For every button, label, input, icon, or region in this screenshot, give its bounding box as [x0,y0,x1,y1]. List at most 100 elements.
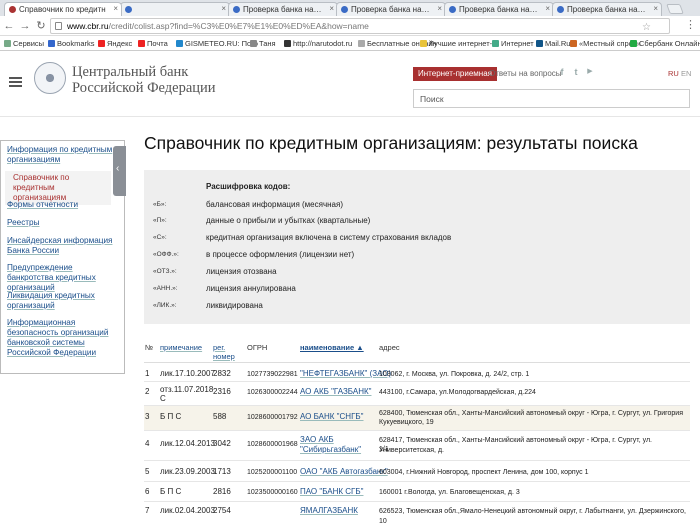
cell-org-name-link[interactable]: АО БАНК "СНГБ" [300,412,364,422]
page-icon [570,40,577,47]
bookmark-star-icon[interactable]: ☆ [642,22,651,33]
bookmark-mail[interactable]: Почта [138,39,168,48]
cell-address: 103062, г. Москва, ул. Покровка, д. 24/2… [379,371,530,378]
cell-note: лик.02.04.2003 [160,506,215,515]
bookmark-gismeteo[interactable]: GISMETEO.RU: Пого [176,39,258,48]
back-arrow-icon[interactable]: ← [2,19,16,33]
bookmark-label: Таня [259,39,276,48]
cell-ogrn: 1023500000160 [247,489,298,496]
cell-reg: 3042 [213,439,231,448]
forward-arrow-icon[interactable]: → [18,19,32,33]
cell-org-name-link[interactable]: ЯМАЛГАЗБАНК [300,506,358,516]
close-tab-icon[interactable]: × [437,4,442,13]
close-tab-icon[interactable]: × [221,4,226,13]
address-toolbar: ← → ↻ www.cbr.ru/credit/colist.asp?find=… [0,16,700,36]
legend-code: «П»: [153,217,167,224]
legend-code: «ОФФ.»: [153,251,179,258]
browser-tab[interactable]: × [120,2,230,16]
cell-address: 628417, Тюменская обл., Ханты-Мансийский… [379,437,652,454]
bookmark-label: http://narutodot.ru [293,39,353,48]
lang-en-link[interactable]: EN [681,69,691,78]
cell-num: 4 [145,439,150,448]
weather-icon [176,40,183,47]
close-tab-icon[interactable]: × [113,4,118,13]
facebook-icon[interactable]: f [557,67,567,77]
bank-name-line1[interactable]: Центральный банк [72,64,188,81]
cell-address: 443100, г.Самара, ул.Молодогвардейская, … [379,389,536,396]
cell-num: 6 [145,487,150,496]
url-input[interactable]: www.cbr.ru/credit/colist.asp?find=%C3%E0… [50,18,670,34]
bank-name-line2[interactable]: Российской Федерации [72,80,216,97]
bookmark-narutodot[interactable]: http://narutodot.ru [284,39,352,48]
page-info-icon[interactable] [55,22,62,30]
cell-address-line2: Кукуевицкого, 19 [379,419,434,426]
browser-tab[interactable]: Проверка банка на отз × [336,2,446,16]
bookmark-bookmarks[interactable]: Bookmarks [48,39,95,48]
faq-link[interactable]: Ответы на вопросы [489,69,562,78]
legend-code: «ОТЗ.»: [153,268,177,275]
bookmark-label: Интернет [501,39,534,48]
close-tab-icon[interactable]: × [329,4,334,13]
col-header-reg[interactable]: рег. [213,343,225,352]
table-row: 5 лик.23.09.2003 1713 1025200001100 ОАО … [144,461,690,482]
bookmark-tanya[interactable]: Таня [250,39,276,48]
bookmark-internet[interactable]: Интернет [492,39,534,48]
bookmark-sberbank[interactable]: Сбербанк Онлайн [630,39,700,48]
browser-tab-strip: Справочник по кредитн × × Проверка банка… [0,0,700,16]
cbr-logo-emblem[interactable] [34,62,66,94]
yandex-icon [98,40,105,47]
sidebar-item-credit-info[interactable]: Информация по кредитным организациям [7,145,115,165]
table-row: 2 отз.11.07.2018 С 2316 1026300002244 АО… [144,382,690,406]
browser-tab[interactable]: Проверка банка на отз × [228,2,338,16]
cbr-favicon-icon [9,6,16,13]
sidebar-item-info-security[interactable]: Информационная безопасность организаций … [7,318,115,358]
col-header-note[interactable]: примечание [160,343,202,352]
close-tab-icon[interactable]: × [545,4,550,13]
cell-ogrn: 1028600001792 [247,414,298,421]
legend-code: «АНН.»: [153,285,178,292]
table-row: 4 лик.12.04.2013 3042 1028600001968 ЗАО … [144,431,690,461]
col-header-reg-number[interactable]: номер [213,352,235,361]
folder-icon [420,40,427,47]
sidebar-item-reporting-forms[interactable]: Формы отчетности [7,200,115,210]
cell-num: 1 [145,369,150,378]
browser-tab-active[interactable]: Справочник по кредитн × [4,2,122,16]
cell-address: 603004, г.Нижний Новгород, проспект Лени… [379,469,589,476]
sidebar-item-insider-info[interactable]: Инсайдерская информация Банка России [7,236,115,256]
table-row: 7 лик.02.04.2003 2754 ЯМАЛГАЗБАНК 626523… [144,502,690,525]
twitter-icon[interactable]: t [571,67,581,77]
cell-ogrn: 1026300002244 [247,389,298,396]
bookmark-mailru[interactable]: Mail.Ru [536,39,570,48]
sidebar-item-bankruptcy-prevention[interactable]: Предупреждение банкротства кредитных орг… [7,263,115,293]
reload-icon[interactable]: ↻ [34,19,48,33]
cell-ogrn: 1027739022981 [247,371,298,378]
lang-ru-link[interactable]: RU [668,69,679,78]
hamburger-menu-icon[interactable] [9,77,22,87]
cell-org-name-link[interactable]: ОАО "АКБ Автогазбанк" [300,467,388,477]
bookmark-yandex[interactable]: Яндекс [98,39,132,48]
bookmark-best-internet[interactable]: Лучшие интернет-м [420,39,497,48]
legend-title: Расшифровка кодов: [206,182,291,191]
cell-org-name-link[interactable]: ПАО "БАНК СГБ" [300,487,363,497]
cell-note: отз.11.07.2018 [160,385,214,394]
cell-org-name-link[interactable]: "НЕФТЕГАЗБАНК" (ЗАО) [300,369,391,379]
bookmark-apps[interactable]: Сервисы [4,39,44,48]
close-tab-icon[interactable]: × [653,4,658,13]
col-header-ogrn: ОГРН [247,343,268,352]
col-header-name-sorted[interactable]: наименование ▲ [300,343,364,352]
cell-note: лик.23.09.2003 [160,467,215,476]
sidebar-item-registers[interactable]: Реестры [7,218,115,228]
cell-org-name-link-line2[interactable]: "Сибирьгазбанк" [300,445,361,455]
sidebar-item-liquidation[interactable]: Ликвидация кредитных организаций [7,291,115,311]
youtube-icon[interactable]: ▶ [585,67,595,77]
new-tab-button[interactable] [666,4,684,14]
cell-num: 7 [145,506,150,515]
sberbank-icon [630,40,637,47]
cell-org-name-link[interactable]: ЗАО АКБ [300,435,334,445]
browser-tab[interactable]: Проверка банка на отз × [552,2,662,16]
site-search-input[interactable]: Поиск [413,89,690,108]
cell-org-name-link[interactable]: АО АКБ "ГАЗБАНК" [300,387,371,397]
internet-reception-button[interactable]: Интернет-приемная [413,67,497,81]
browser-tab[interactable]: Проверка банка на отз × [444,2,554,16]
browser-menu-icon[interactable]: ⋮ [685,18,696,31]
